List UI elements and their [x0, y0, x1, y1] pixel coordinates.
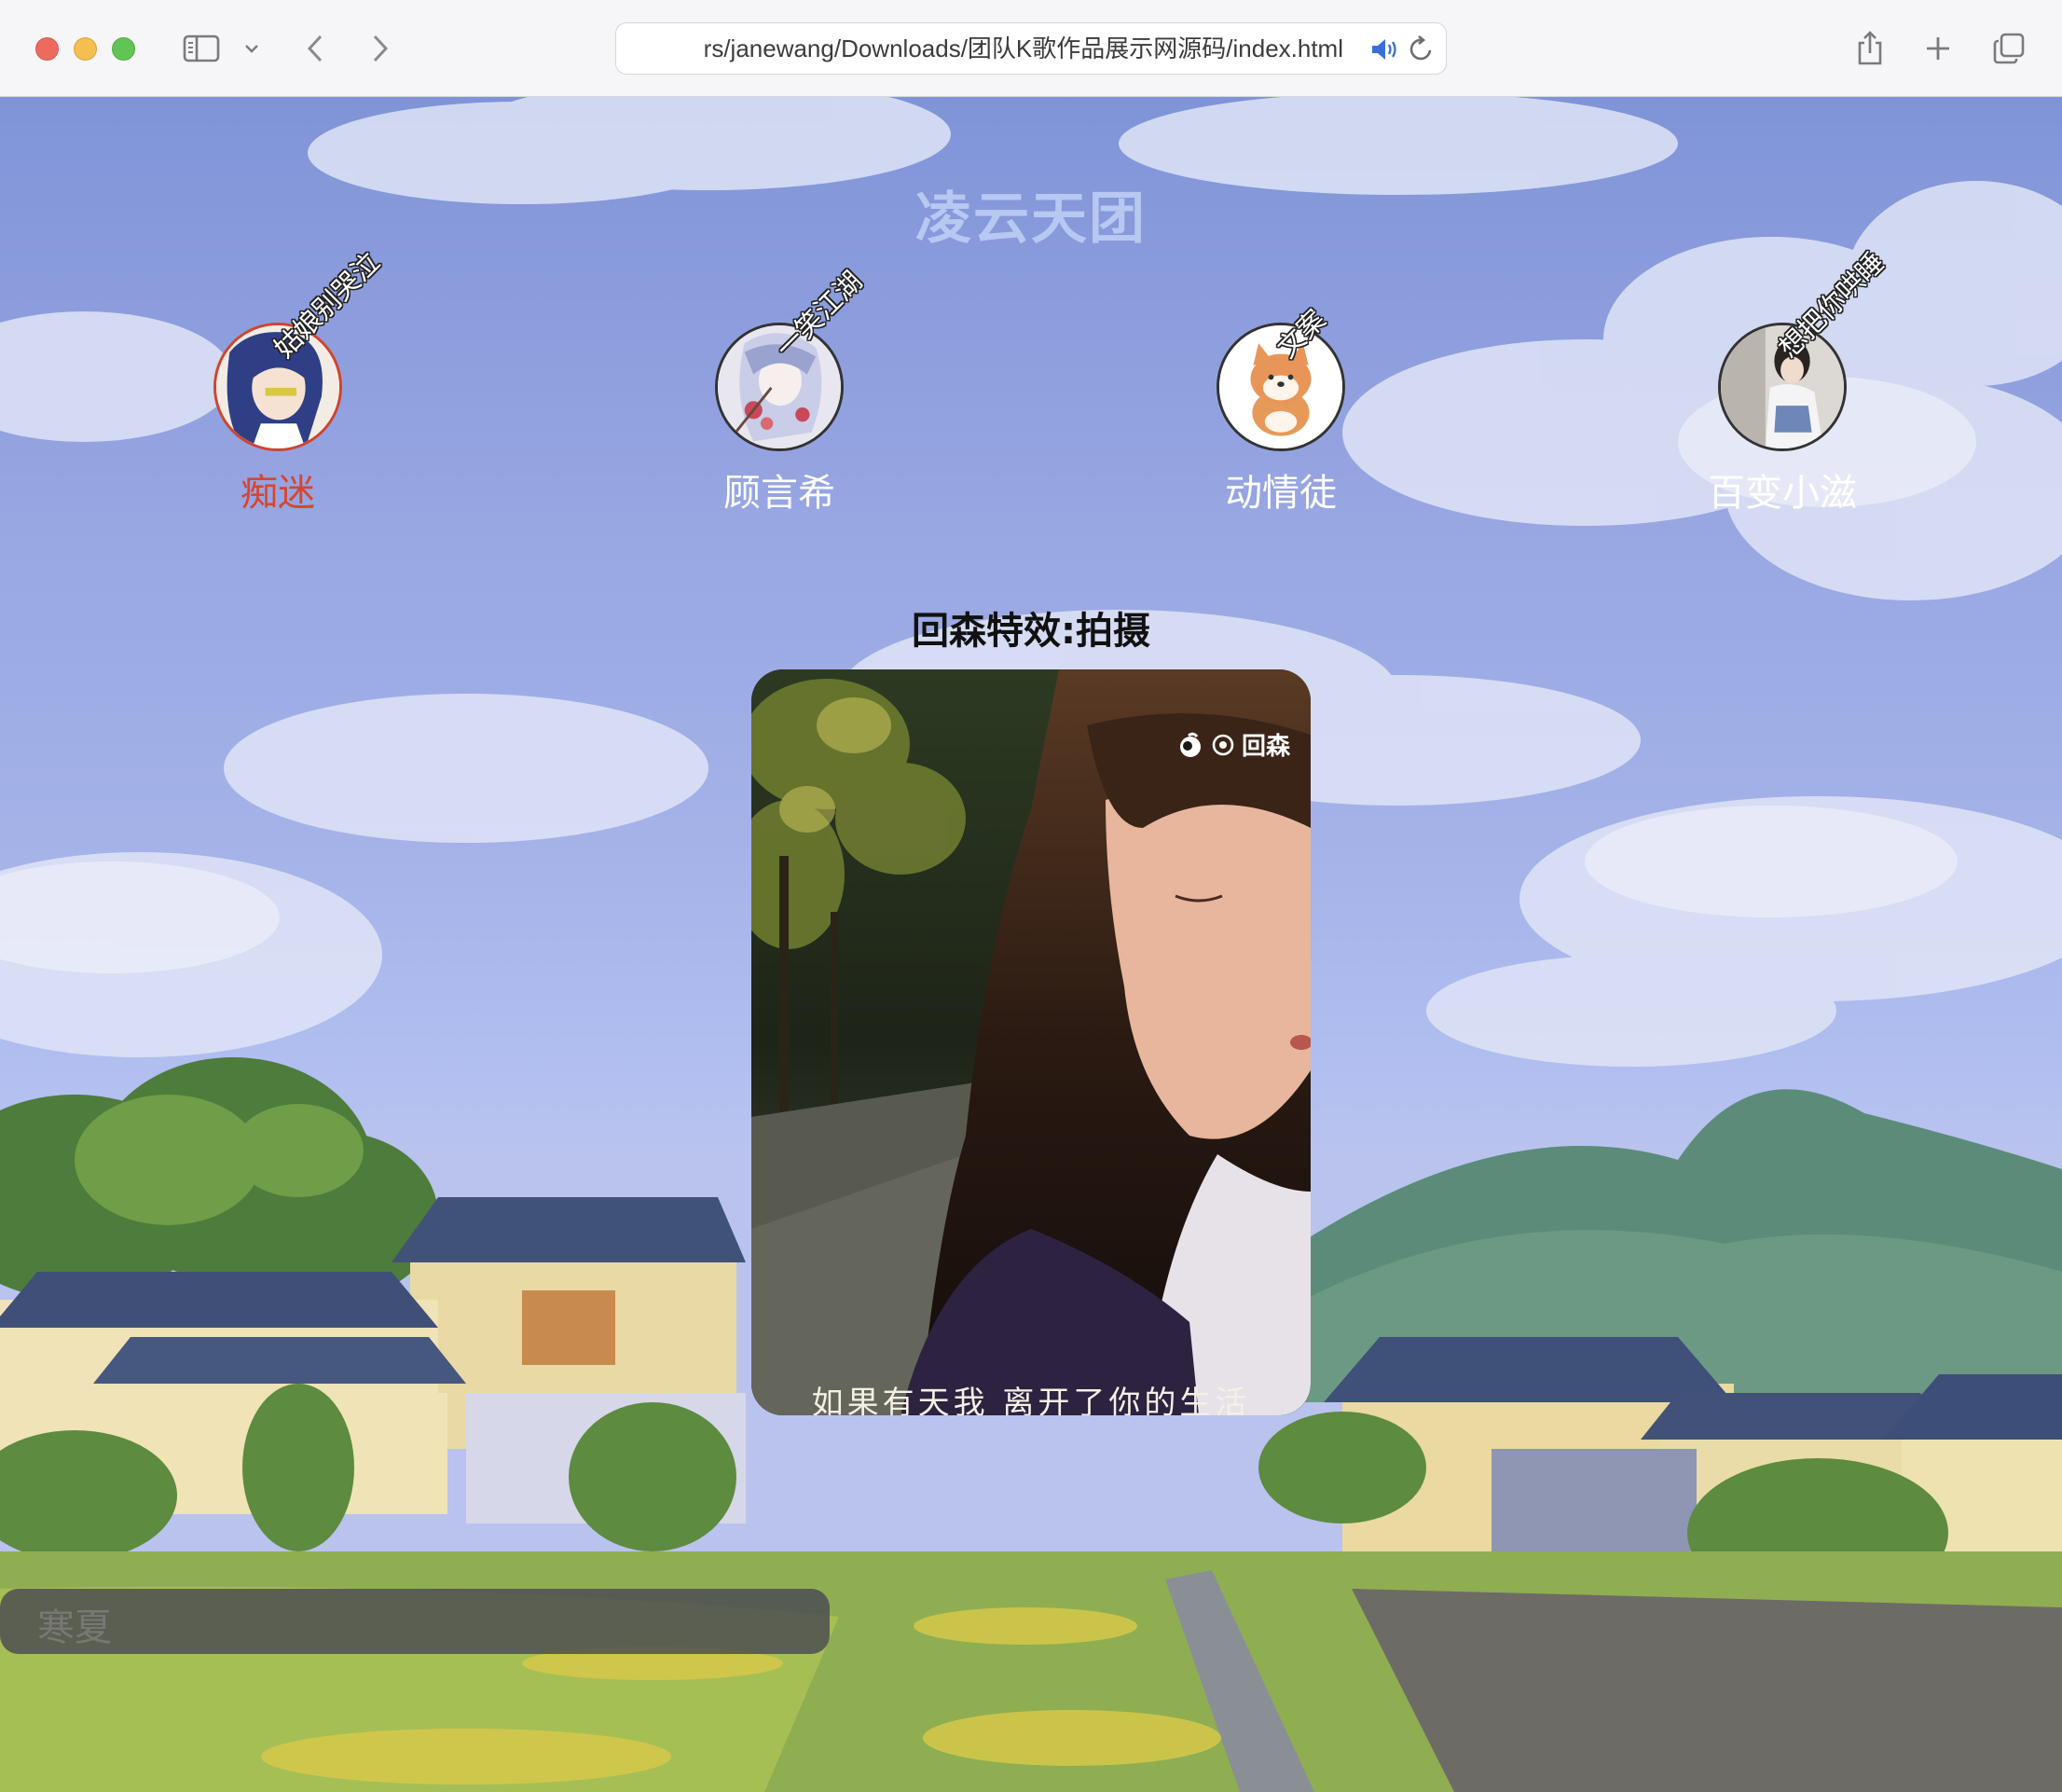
chevron-down-icon[interactable]	[241, 28, 263, 69]
url-text: rs/janewang/Downloads/团队K歌作品展示网源码/index.…	[703, 34, 1343, 62]
minimize-window-button[interactable]	[74, 37, 97, 61]
member-name[interactable]: 痴迷	[138, 462, 418, 517]
sidebar-toggle-icon[interactable]	[179, 28, 224, 69]
team-title: 凌云天团	[915, 186, 1147, 252]
close-window-button[interactable]	[35, 37, 59, 61]
video-frame	[751, 669, 1311, 1415]
page-viewport: 寒夏 凌云天团 姑娘别哭泣 痴迷 一笑江湖 顾言希 文案 动情徒 想把你哄睡 百…	[0, 97, 2062, 1792]
zoom-window-button[interactable]	[112, 37, 135, 61]
address-bar[interactable]: rs/janewang/Downloads/团队K歌作品展示网源码/index.…	[615, 22, 1447, 75]
app-watermark: 回森	[1176, 727, 1290, 762]
tab-overview-icon[interactable]	[1991, 28, 2027, 69]
video-player[interactable]: 回森 如果有天我 离开了你的生活	[751, 669, 1311, 1415]
lyric-subtitle: 如果有天我 离开了你的生活	[811, 1385, 1251, 1415]
effect-title: 回森特效:拍摄	[912, 610, 1150, 653]
member-card-2[interactable]: 一笑江湖 顾言希	[639, 265, 919, 528]
target-icon	[1212, 734, 1234, 755]
member-card-1[interactable]: 姑娘别哭泣 痴迷	[138, 246, 418, 528]
speaker-icon[interactable]	[1369, 36, 1399, 66]
member-card-3[interactable]: 文案 动情徒	[1141, 303, 1421, 528]
share-icon[interactable]	[1853, 28, 1887, 69]
browser-toolbar: rs/janewang/Downloads/团队K歌作品展示网源码/index.…	[0, 0, 2062, 97]
new-tab-icon[interactable]	[1922, 28, 1954, 69]
member-name[interactable]: 顾言希	[639, 462, 919, 517]
member-name[interactable]: 百变小滋	[1643, 462, 1922, 517]
app-logo-icon	[1179, 732, 1201, 757]
member-name[interactable]: 动情徒	[1141, 462, 1421, 517]
member-card-4[interactable]: 想把你哄睡 百变小滋	[1643, 246, 1922, 528]
url-fade	[616, 23, 709, 74]
watermark-text: 回森	[1241, 733, 1290, 761]
reload-icon[interactable]	[1409, 34, 1435, 67]
svg-text:寒夏: 寒夏	[37, 1606, 112, 1649]
back-icon[interactable]	[300, 28, 330, 69]
forward-icon[interactable]	[365, 28, 395, 69]
